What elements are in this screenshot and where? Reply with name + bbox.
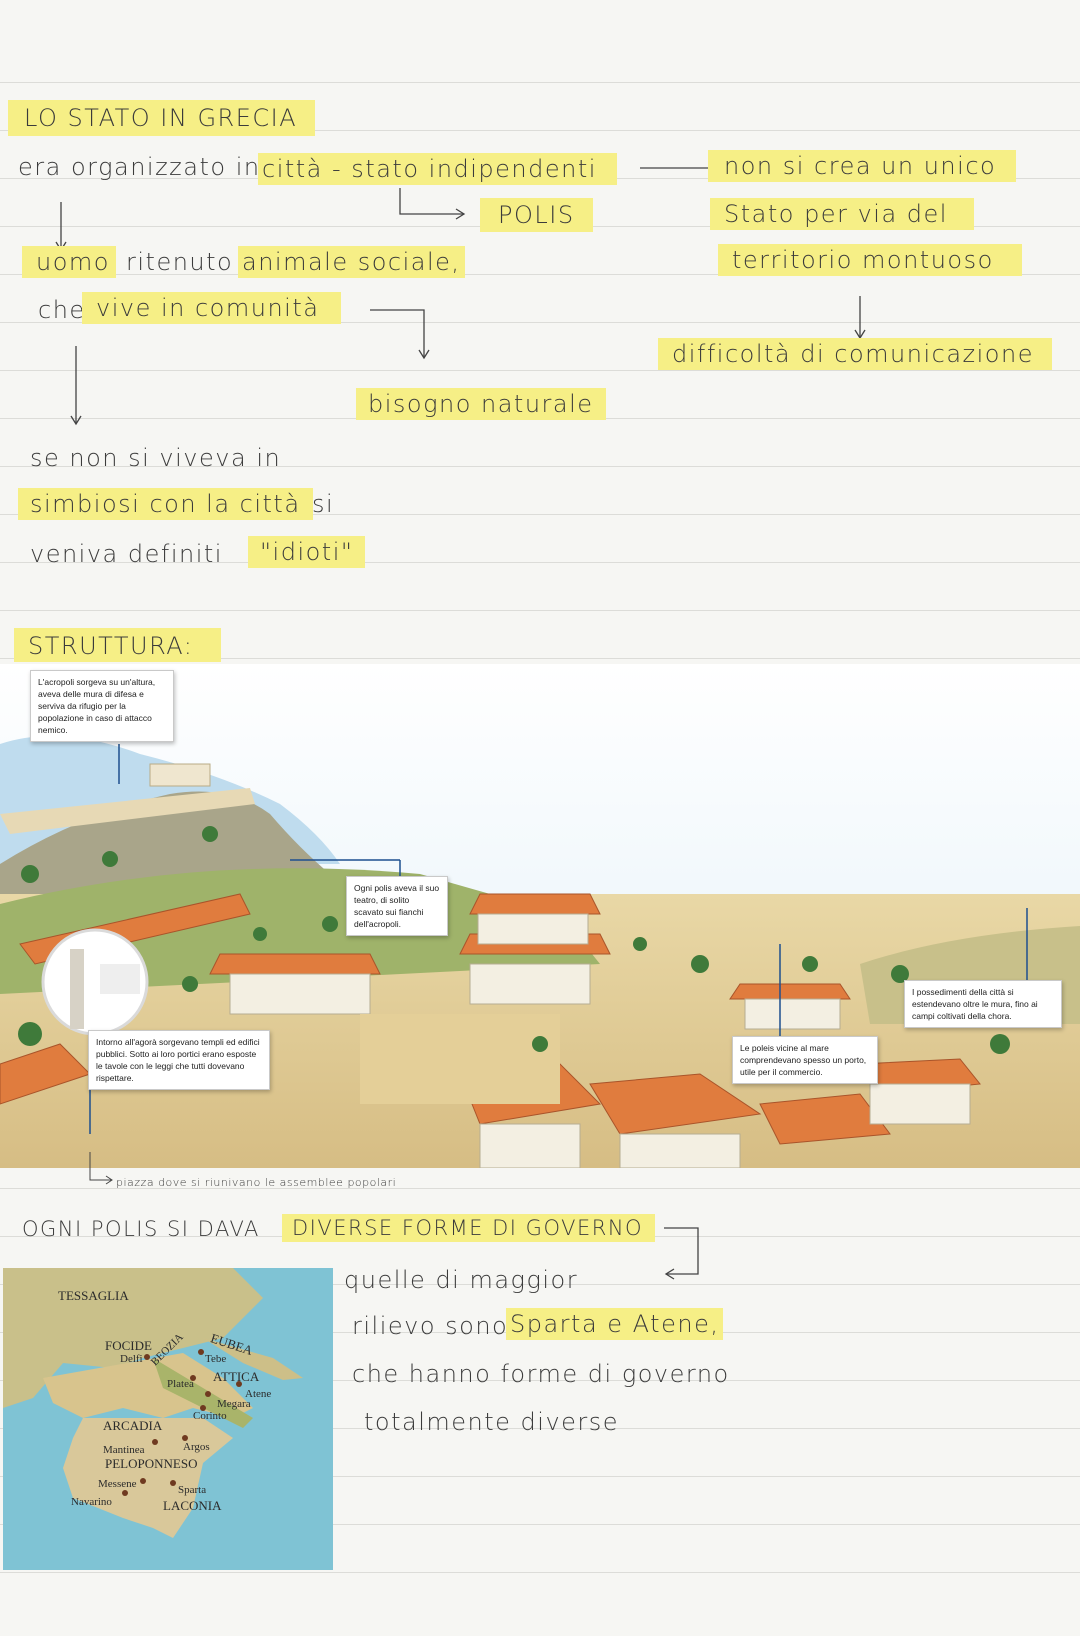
map-label-messene: Messene [98, 1478, 137, 1490]
notes-right-4: difficoltà di comunicazione [658, 338, 1052, 370]
notes-animale-sociale: animale sociale, [238, 246, 465, 278]
notes-idioti: "idioti" [248, 536, 366, 568]
callout-porto: Le poleis vicine al mare comprendevano s… [732, 1036, 878, 1084]
notes-sparta-atene: Sparta e Atene, [506, 1308, 724, 1340]
map-label-megara: Megara [217, 1398, 251, 1410]
arrow-down-icon [70, 346, 82, 426]
arrow-return-icon [664, 1227, 699, 1280]
notes-line1-prefix: era organizzato in [18, 153, 261, 181]
arrow-hook-icon [89, 1152, 113, 1185]
callout-acropoli: L'acropoli sorgeva su un'altura, aveva d… [30, 670, 174, 742]
callout-chora: I possedimenti della città si estendevan… [904, 980, 1062, 1028]
map-label-peloponneso: PELOPONNESO [105, 1456, 198, 1471]
notes-struttura: STRUTTURA: [14, 628, 222, 662]
notes-che-hanno: che hanno forme di governo [352, 1360, 730, 1388]
greece-map: TESSAGLIA FOCIDE Delfi BEOZIA Tebe EUBEA… [3, 1268, 333, 1570]
notes-title: LO STATO IN GRECIA [8, 100, 316, 136]
map-label-platea: Platea [167, 1378, 194, 1390]
notes-si: si [312, 490, 335, 518]
notes-simbiosi: simbiosi con la città [18, 488, 313, 520]
map-label-mantinea: Mantinea [103, 1444, 145, 1456]
map-label-argos: Argos [183, 1441, 210, 1453]
notes-right-1: non si crea un unico [708, 150, 1017, 182]
notes-polis: POLIS [480, 198, 593, 232]
notes-se-non: se non si viveva in [30, 444, 282, 472]
notes-citta-stato: città - stato indipendenti [258, 153, 617, 185]
map-label-focide: FOCIDE [105, 1338, 152, 1353]
map-label-corinto: Corinto [193, 1410, 227, 1422]
map-label-tebe: Tebe [205, 1353, 227, 1365]
notes-right-2: Stato per via del [710, 198, 974, 230]
arrow-bent-down-icon [370, 309, 430, 360]
greece-map-shape [3, 1268, 333, 1570]
notes-uomo: uomo [22, 246, 116, 278]
map-label-tessaglia: TESSAGLIA [58, 1288, 129, 1303]
arrow-down-icon [854, 296, 866, 340]
polis-illustration: L'acropoli sorgeva su un'altura, aveva d… [0, 664, 1080, 1168]
notes-rilievo: rilievo sono [352, 1312, 509, 1340]
notes-quelle: quelle di maggior [344, 1266, 579, 1294]
notes-vive-in-comunita: vive in comunità [82, 292, 342, 324]
notes-veniva-definiti: veniva definiti [30, 540, 223, 568]
map-label-navarino: Navarino [71, 1496, 112, 1508]
notes-piazza: piazza dove si riunivano le assemblee po… [116, 1176, 397, 1189]
map-label-laconia: LACONIA [163, 1498, 222, 1513]
callout-teatro: Ogni polis aveva il suo teatro, di solit… [346, 876, 448, 936]
map-label-arcadia: ARCADIA [103, 1418, 163, 1433]
map-label-attica: ATTICA [213, 1369, 260, 1384]
notes-governo-highlight: DIVERSE FORME DI GOVERNO [282, 1214, 656, 1242]
map-label-delfi: Delfi [120, 1353, 143, 1365]
notes-totalmente: totalmente diverse [364, 1408, 620, 1436]
arrow-bent-icon [399, 188, 466, 220]
notes-right-3: territorio montuoso [718, 244, 1022, 276]
notes-che: che [38, 296, 86, 324]
notes-governo-prefix: OGNI POLIS SI DAVA [22, 1217, 260, 1241]
notes-bisogno-naturale: bisogno naturale [356, 388, 606, 420]
notes-ritenuto: ritenuto [126, 248, 234, 276]
map-label-sparta: Sparta [178, 1484, 207, 1496]
callout-agora: Intorno all'agorà sorgevano templi ed ed… [88, 1030, 270, 1090]
